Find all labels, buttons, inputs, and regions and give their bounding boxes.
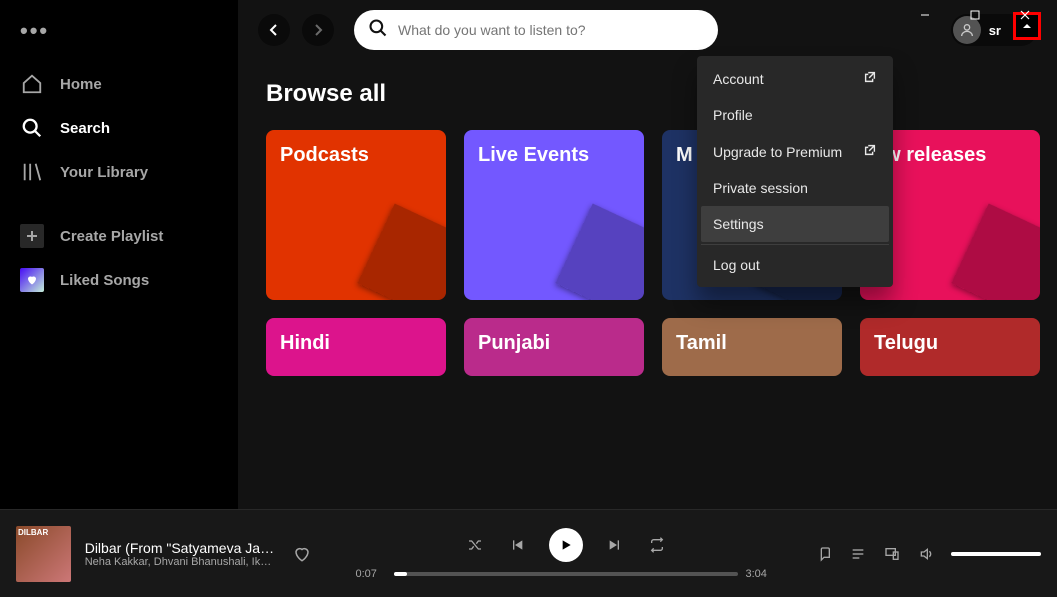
volume-bar[interactable]	[951, 552, 1041, 556]
elapsed-time: 0:07	[356, 568, 386, 580]
window-minimize[interactable]	[905, 0, 945, 30]
home-icon	[20, 72, 44, 96]
nav-liked-songs[interactable]: Liked Songs	[8, 260, 230, 300]
external-link-icon	[863, 143, 877, 160]
tile-title: Podcasts	[280, 144, 432, 167]
external-link-icon	[863, 70, 877, 87]
tile-title: Hindi	[280, 332, 432, 355]
menu-settings[interactable]: Settings	[701, 206, 889, 242]
next-button[interactable]	[605, 535, 625, 555]
nav-library[interactable]: Your Library	[8, 152, 230, 192]
progress-bar[interactable]	[394, 572, 738, 576]
previous-button[interactable]	[507, 535, 527, 555]
nav-label: Create Playlist	[60, 228, 163, 245]
browse-tile[interactable]: Hindi	[266, 318, 446, 376]
browse-tile[interactable]: Live Events	[464, 130, 644, 300]
tile-title: Live Events	[478, 144, 630, 167]
track-artist[interactable]: Neha Kakkar, Dhvani Bhanushali, Ikka, T	[85, 556, 275, 568]
nav-forward-button[interactable]	[302, 14, 334, 46]
browse-tile[interactable]: Podcasts	[266, 130, 446, 300]
menu-label: Account	[713, 71, 764, 87]
library-icon	[20, 160, 44, 184]
heart-icon	[20, 268, 44, 292]
menu-label: Log out	[713, 257, 760, 273]
nav-label: Liked Songs	[60, 272, 149, 289]
user-dropdown: Account Profile Upgrade to Premium Priva…	[697, 56, 893, 287]
tile-art	[556, 204, 644, 300]
nav-create-playlist[interactable]: Create Playlist	[8, 216, 230, 256]
queue-button[interactable]	[849, 545, 867, 563]
nav-label: Search	[60, 120, 110, 137]
tile-art	[358, 204, 446, 300]
search-icon	[368, 18, 388, 43]
lyrics-button[interactable]	[815, 545, 833, 563]
browse-tile[interactable]: Telugu	[860, 318, 1040, 376]
browse-tile[interactable]: Punjabi	[464, 318, 644, 376]
tile-title: Tamil	[676, 332, 828, 355]
tile-art	[952, 204, 1040, 300]
play-button[interactable]	[549, 528, 583, 562]
like-button[interactable]	[289, 540, 316, 568]
tile-title: ew releases	[874, 144, 1026, 167]
page-title: Browse all	[266, 80, 1029, 108]
volume-button[interactable]	[917, 545, 935, 563]
now-playing-art[interactable]: DILBAR	[16, 526, 71, 582]
menu-logout[interactable]: Log out	[701, 247, 889, 283]
nav-search[interactable]: Search	[8, 108, 230, 148]
menu-divider	[701, 244, 889, 245]
window-close[interactable]	[1005, 0, 1045, 30]
search-box[interactable]	[354, 10, 718, 50]
menu-account[interactable]: Account	[701, 60, 889, 97]
nav-label: Home	[60, 76, 102, 93]
sidebar: ••• Home Search Your Library Create Play…	[0, 0, 238, 597]
track-title[interactable]: Dilbar (From "Satyameva Jayate	[85, 540, 275, 556]
tile-title: Punjabi	[478, 332, 630, 355]
browse-tile[interactable]: Tamil	[662, 318, 842, 376]
window-maximize[interactable]	[955, 0, 995, 30]
nav-label: Your Library	[60, 164, 148, 181]
menu-label: Settings	[713, 216, 764, 232]
app-menu-dots[interactable]: •••	[8, 12, 230, 60]
tile-title: Telugu	[874, 332, 1026, 355]
menu-upgrade[interactable]: Upgrade to Premium	[701, 133, 889, 170]
menu-label: Profile	[713, 107, 753, 123]
devices-button[interactable]	[883, 545, 901, 563]
menu-label: Private session	[713, 180, 808, 196]
nav-back-button[interactable]	[258, 14, 290, 46]
menu-private-session[interactable]: Private session	[701, 170, 889, 206]
menu-label: Upgrade to Premium	[713, 144, 842, 160]
search-icon	[20, 116, 44, 140]
repeat-button[interactable]	[647, 535, 667, 555]
main-area: sr Browse all PodcastsLive EventsMew rel…	[238, 0, 1057, 597]
menu-profile[interactable]: Profile	[701, 97, 889, 133]
total-time: 3:04	[746, 568, 776, 580]
plus-icon	[20, 224, 44, 248]
nav-home[interactable]: Home	[8, 64, 230, 104]
search-input[interactable]	[398, 22, 704, 38]
shuffle-button[interactable]	[465, 535, 485, 555]
player-bar: DILBAR Dilbar (From "Satyameva Jayate Ne…	[0, 509, 1057, 597]
